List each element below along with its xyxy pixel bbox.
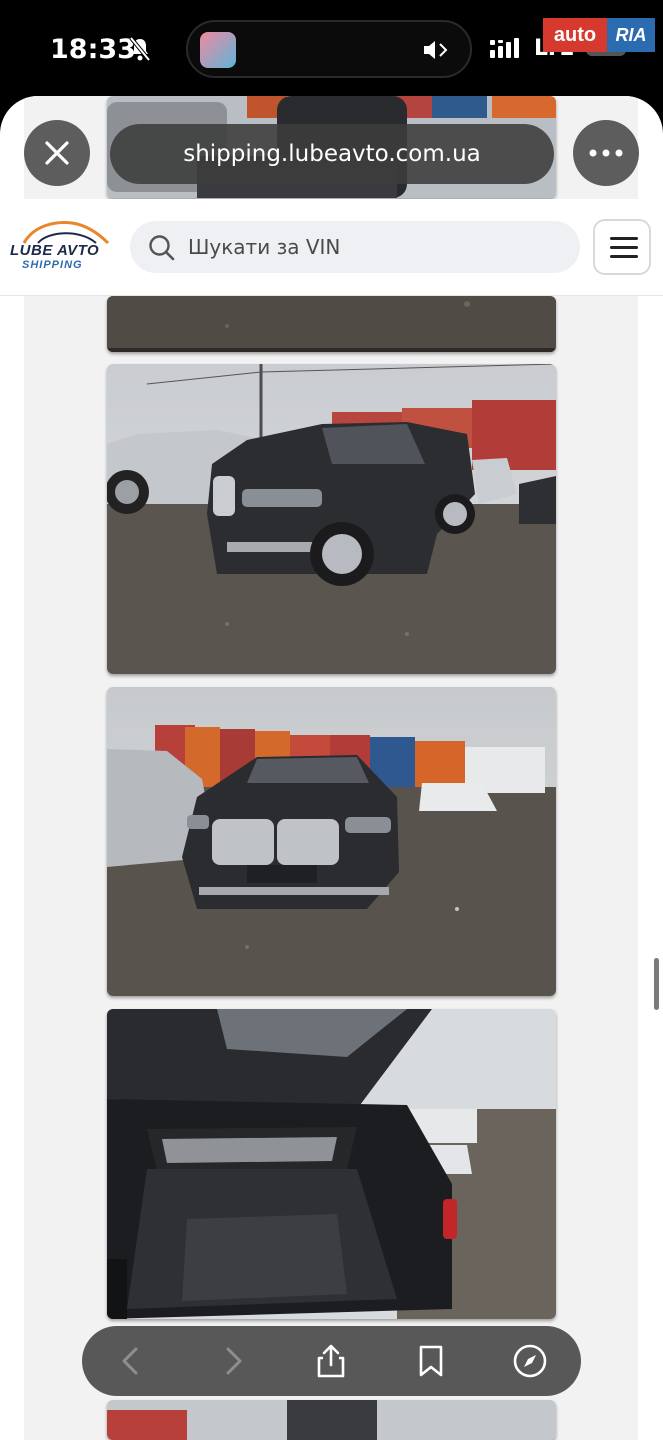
- hamburger-line: [610, 255, 638, 258]
- watermark-auto: auto: [543, 18, 607, 52]
- site-header: LUBE AVTO SHIPPING Шукати за VIN: [0, 199, 663, 296]
- hamburger-line: [610, 246, 638, 249]
- hamburger-menu-button[interactable]: [593, 219, 651, 275]
- gallery-photo-next[interactable]: [107, 1400, 556, 1440]
- gallery-photo-previous[interactable]: [107, 296, 556, 352]
- bell-slash-icon: [128, 36, 152, 67]
- site-logo[interactable]: LUBE AVTO SHIPPING: [10, 217, 120, 277]
- status-time: 18:33: [50, 34, 136, 65]
- gallery-photo-front[interactable]: [107, 687, 556, 996]
- watermark-ria: RIA: [607, 18, 655, 52]
- forward-icon[interactable]: [214, 1343, 250, 1379]
- back-icon[interactable]: [114, 1343, 150, 1379]
- now-playing-artwork: [200, 32, 236, 68]
- compass-icon[interactable]: [512, 1343, 548, 1379]
- audio-icon: [422, 38, 452, 67]
- more-icon: [589, 149, 623, 157]
- more-button[interactable]: [573, 120, 639, 186]
- scrollbar-thumb[interactable]: [654, 958, 659, 1010]
- close-button[interactable]: [24, 120, 90, 186]
- autoria-watermark: auto RIA: [543, 18, 655, 54]
- vin-search-field[interactable]: Шукати за VIN: [130, 221, 580, 273]
- close-icon: [45, 141, 69, 165]
- logo-text: LUBE AVTO: [10, 242, 100, 259]
- browser-toolbar: [82, 1326, 581, 1396]
- gallery-photo-trunk-open[interactable]: [107, 1009, 556, 1319]
- hamburger-menu-icon: [610, 237, 638, 240]
- gallery-photo-front-three-quarter[interactable]: [107, 364, 556, 674]
- share-icon[interactable]: [313, 1343, 349, 1379]
- search-icon: [149, 235, 175, 261]
- signal-icon: [490, 38, 526, 63]
- search-placeholder: Шукати за VIN: [188, 235, 341, 259]
- logo-subtext: SHIPPING: [22, 259, 83, 271]
- url-text: shipping.lubeavto.com.ua: [183, 141, 481, 167]
- dynamic-island[interactable]: [186, 20, 472, 78]
- url-bar[interactable]: shipping.lubeavto.com.ua: [110, 124, 554, 184]
- bookmarks-icon[interactable]: [413, 1343, 449, 1379]
